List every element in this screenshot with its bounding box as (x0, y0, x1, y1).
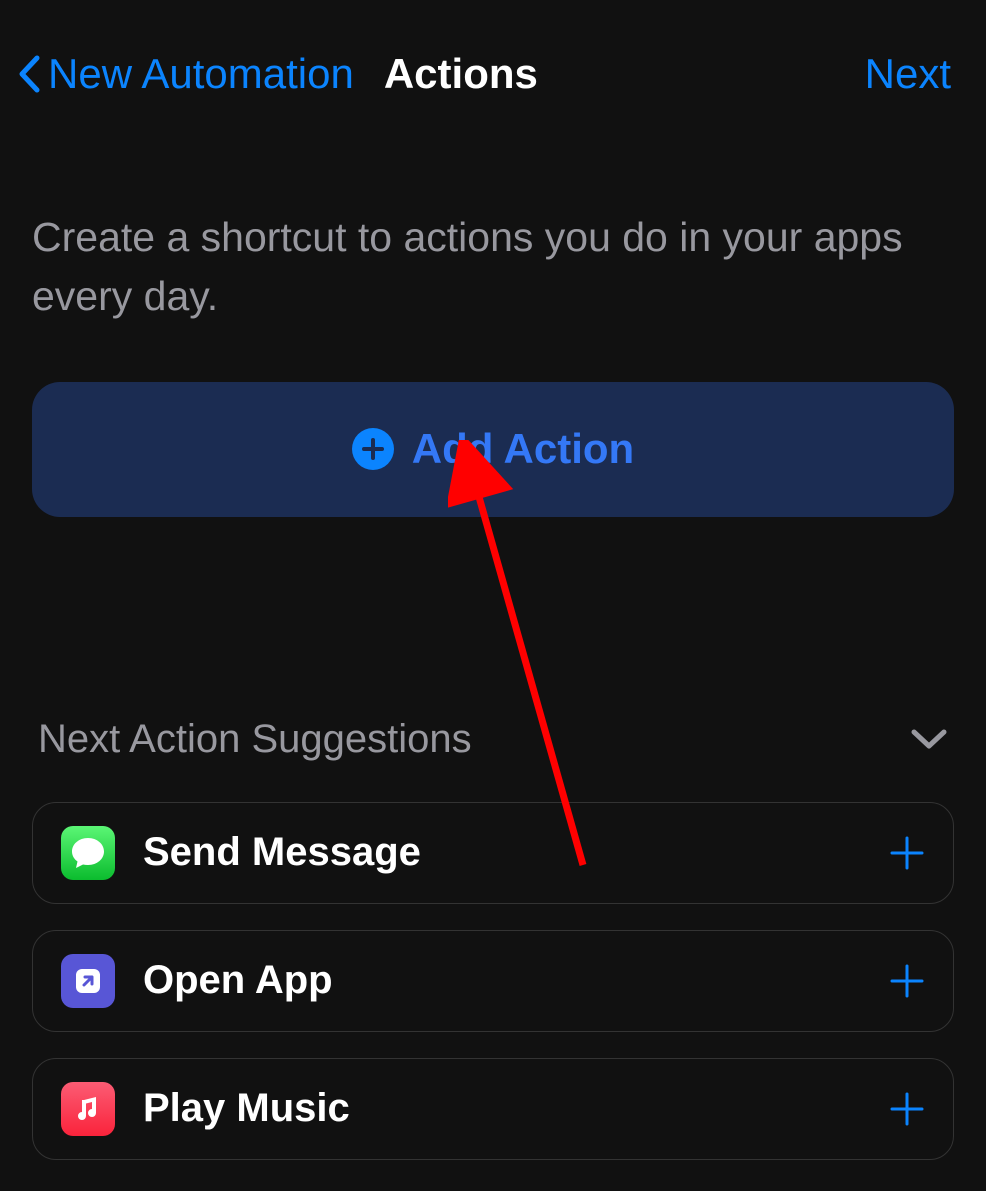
add-suggestion-icon[interactable] (889, 963, 925, 999)
chevron-down-icon (910, 728, 948, 750)
add-suggestion-icon[interactable] (889, 1091, 925, 1127)
navigation-bar: New Automation Actions Next (0, 0, 986, 118)
suggestion-label: Play Music (143, 1086, 889, 1131)
nav-back-group[interactable]: New Automation Actions (18, 50, 538, 98)
plus-circle-icon (352, 428, 394, 470)
add-action-label: Add Action (412, 425, 634, 473)
description-text: Create a shortcut to actions you do in y… (32, 208, 954, 327)
add-action-button[interactable]: Add Action (32, 382, 954, 517)
messages-icon (61, 826, 115, 880)
suggestion-label: Send Message (143, 830, 889, 875)
next-button[interactable]: Next (865, 50, 951, 98)
back-button-label: New Automation (48, 50, 354, 98)
shortcuts-icon (61, 954, 115, 1008)
suggestions-section: Next Action Suggestions Send Message (32, 717, 954, 1160)
suggestions-title: Next Action Suggestions (38, 717, 472, 762)
suggestion-item-open-app[interactable]: Open App (32, 930, 954, 1032)
suggestion-label: Open App (143, 958, 889, 1003)
music-icon (61, 1082, 115, 1136)
page-title: Actions (384, 50, 538, 98)
suggestion-item-send-message[interactable]: Send Message (32, 802, 954, 904)
content-area: Create a shortcut to actions you do in y… (0, 118, 986, 1160)
chevron-left-icon (18, 55, 40, 93)
suggestions-header[interactable]: Next Action Suggestions (32, 717, 954, 762)
add-suggestion-icon[interactable] (889, 835, 925, 871)
suggestion-item-play-music[interactable]: Play Music (32, 1058, 954, 1160)
